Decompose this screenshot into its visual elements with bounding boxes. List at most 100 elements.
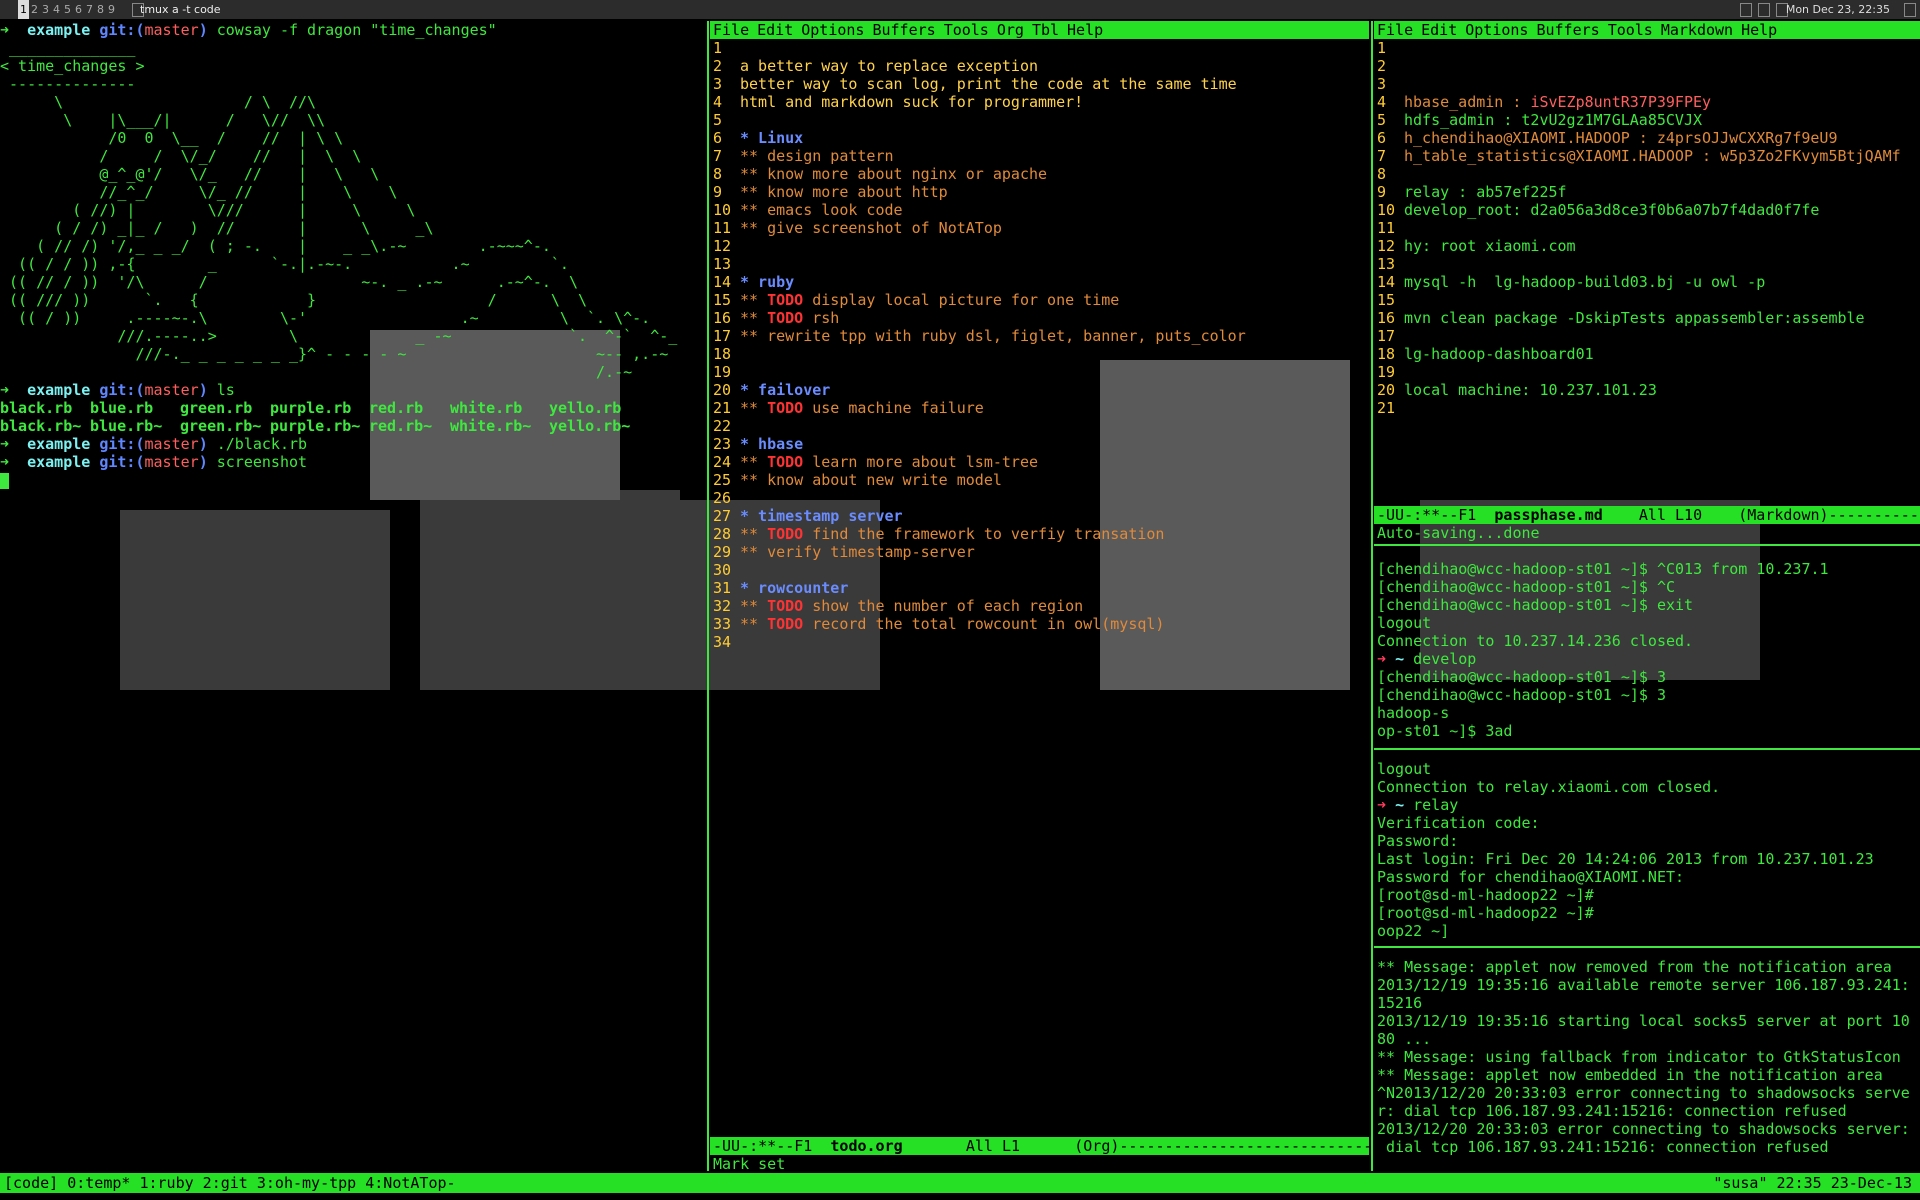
file-name[interactable]: green.rb~: [180, 417, 270, 435]
command-text: ./black.rb: [207, 435, 308, 453]
line-number: 18: [713, 345, 732, 363]
workspace-tag[interactable]: 2: [29, 0, 40, 19]
terminal-text: [chendihao@wcc-hadoop-st01 ~]$ 3: [1377, 686, 1666, 704]
markdown-buffer[interactable]: 1 2 3 4 hbase_admin : iSvEZp8untR37P39FPEy 5 h…: [1374, 39, 1920, 417]
terminal-line: [0, 471, 706, 489]
editor-line: 11 ** give screenshot of NotATop: [710, 219, 1369, 237]
terminal-line: ** Message: using fallback from indicato…: [1377, 1048, 1910, 1066]
workspace-tag[interactable]: 5: [62, 0, 73, 19]
terminal-text: ** Message: applet now removed from the …: [1377, 958, 1892, 976]
echo-area: Auto-saving...done: [1377, 524, 1540, 542]
git-label: git:(: [99, 435, 145, 453]
menu-item-tools[interactable]: Tools: [1608, 21, 1653, 39]
terminal-line: [chendihao@wcc-hadoop-st01 ~]$ 3: [1377, 686, 1829, 704]
terminal-line: (( // / )) '/\ / ~-. _ .-~ .-~^-. \: [0, 273, 706, 291]
emacs-todo-pane[interactable]: File Edit Options Buffers Tools Org Tbl Help 12…: [710, 21, 1369, 1171]
file-name[interactable]: yello.rb: [549, 399, 639, 417]
left-terminal-pane[interactable]: ➜ example git:(master) cowsay -f dragon …: [0, 21, 706, 1171]
relay-terminal-pane[interactable]: logout Connection to relay.xiaomi.com clo…: [1377, 760, 1874, 940]
workspace-tag[interactable]: 4: [51, 0, 62, 19]
line-number: 20: [1377, 381, 1396, 399]
editor-line: 20 * failover: [710, 381, 1369, 399]
menu-item-tbl[interactable]: Tbl: [1032, 21, 1059, 39]
network-icon[interactable]: [1758, 3, 1770, 17]
line-text: ** verify timestamp-server: [740, 543, 975, 561]
editor-line: 15 ** TODO display local picture for one …: [710, 291, 1369, 309]
file-name[interactable]: yello.rb~: [549, 417, 639, 435]
layout-icon[interactable]: [1904, 3, 1916, 17]
file-name[interactable]: green.rb: [180, 399, 270, 417]
workspace-tag[interactable]: 3: [40, 0, 51, 19]
workspace-tags[interactable]: 123456789: [18, 0, 117, 19]
menu-item-edit[interactable]: Edit: [1421, 21, 1457, 39]
editor-line: 24 ** TODO learn more about lsm-tree: [710, 453, 1369, 471]
workspace-tag[interactable]: 9: [106, 0, 117, 19]
git-branch: master: [144, 381, 199, 399]
prompt-dir: example: [27, 435, 91, 453]
line-text: TODO: [767, 453, 804, 471]
file-name[interactable]: white.rb~: [450, 417, 549, 435]
editor-line: 33 ** TODO record the total rowcount in o…: [710, 615, 1369, 633]
editor-line: 14 mysql -h lg-hadoop-build03.bj -u owl -…: [1374, 273, 1920, 291]
cowsay-text: \ / \ //\: [0, 93, 317, 111]
file-name[interactable]: black.rb~: [0, 417, 90, 435]
line-text: TODO: [767, 597, 804, 615]
right-column[interactable]: File Edit Options Buffers Tools Markdown Help …: [1374, 21, 1920, 1171]
file-name[interactable]: red.rb~: [369, 417, 450, 435]
org-buffer[interactable]: 12 a better way to replace exception 3 bett…: [710, 39, 1369, 651]
emacs-menubar[interactable]: File Edit Options Buffers Tools Markdown Help: [1374, 21, 1920, 39]
file-name[interactable]: blue.rb~: [90, 417, 180, 435]
editor-line: 5: [710, 111, 1369, 129]
line-number: 34: [713, 633, 732, 651]
menu-item-markdown[interactable]: Markdown: [1661, 21, 1733, 39]
file-name[interactable]: red.rb: [369, 399, 450, 417]
menu-item-org[interactable]: Org: [997, 21, 1024, 39]
menu-item-edit[interactable]: Edit: [757, 21, 793, 39]
workspace-tag[interactable]: 7: [84, 0, 95, 19]
workspace-tag[interactable]: 8: [95, 0, 106, 19]
menu-item-buffers[interactable]: Buffers: [872, 21, 935, 39]
tmux-window-list[interactable]: [code] 0:temp* 1:ruby 2:git 3:oh-my-tpp …: [4, 1173, 456, 1193]
pane-divider: [1374, 544, 1920, 546]
ssh-terminal-pane[interactable]: [chendihao@wcc-hadoop-st01 ~]$ ^C013 fro…: [1377, 560, 1829, 740]
git-branch: master: [144, 435, 199, 453]
menu-item-options[interactable]: Options: [801, 21, 864, 39]
editor-line: 32 ** TODO show the number of each region: [710, 597, 1369, 615]
terminal-line: 2013/12/19 19:35:16 available remote ser…: [1377, 976, 1910, 994]
emacs-menubar[interactable]: File Edit Options Buffers Tools Org Tbl Help: [710, 21, 1369, 39]
file-name[interactable]: purple.rb: [270, 399, 369, 417]
workspace-tag[interactable]: 6: [73, 0, 84, 19]
line-number: 10: [713, 201, 732, 219]
line-number: 7: [1377, 147, 1387, 165]
file-name[interactable]: black.rb: [0, 399, 90, 417]
prompt-arrow-icon: ➜: [0, 453, 28, 471]
editor-line: 3: [1374, 75, 1920, 93]
terminal-text: [chendihao@wcc-hadoop-st01 ~]$ ^C: [1377, 578, 1676, 596]
menu-item-help[interactable]: Help: [1741, 21, 1777, 39]
log-terminal-pane[interactable]: ** Message: applet now removed from the …: [1377, 958, 1910, 1156]
file-name[interactable]: blue.rb: [90, 399, 180, 417]
file-name[interactable]: white.rb: [450, 399, 549, 417]
command-text: ls: [207, 381, 235, 399]
workspace-tag[interactable]: 1: [18, 0, 29, 19]
menu-item-file[interactable]: File: [713, 21, 749, 39]
terminal-text: [chendihao@wcc-hadoop-st01 ~]$ exit: [1377, 596, 1694, 614]
menu-item-buffers[interactable]: Buffers: [1536, 21, 1599, 39]
terminal-line: r: dial tcp 106.187.93.241:15216: connec…: [1377, 1102, 1910, 1120]
tray-icon[interactable]: [1740, 3, 1752, 17]
menu-item-tools[interactable]: Tools: [944, 21, 989, 39]
editor-line: 20 local machine: 10.237.101.23: [1374, 381, 1920, 399]
menu-item-help[interactable]: Help: [1067, 21, 1103, 39]
line-number: 1: [1377, 39, 1387, 57]
line-number: 12: [713, 237, 732, 255]
terminal-line: ** Message: applet now removed from the …: [1377, 958, 1910, 976]
editor-line: 10 develop_root: d2a056a3d8ce3f0b6a07b7f4…: [1374, 201, 1920, 219]
file-name[interactable]: purple.rb~: [270, 417, 369, 435]
terminal-line: black.rb~ blue.rb~ green.rb~ purple.rb~ red.…: [0, 417, 706, 435]
terminal-text: ^N2013/12/20 20:33:03 error connecting t…: [1377, 1084, 1910, 1102]
editor-line: 13: [1374, 255, 1920, 273]
terminal-text: 2013/12/19 19:35:16 available remote ser…: [1377, 976, 1910, 994]
editor-line: 23 * hbase: [710, 435, 1369, 453]
menu-item-file[interactable]: File: [1377, 21, 1413, 39]
menu-item-options[interactable]: Options: [1465, 21, 1528, 39]
